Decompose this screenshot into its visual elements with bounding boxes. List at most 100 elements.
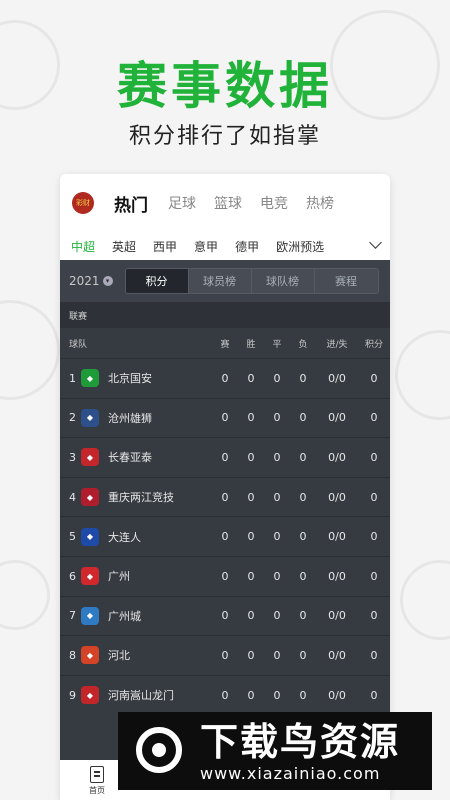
- team-cell: ◆ 长春亚泰: [79, 448, 212, 467]
- table-row[interactable]: 8 ◆ 河北 0 0 0 0 0/0 0: [60, 635, 390, 675]
- draw-cell: 0: [273, 371, 281, 385]
- category-tab-hot[interactable]: 热门: [114, 191, 148, 216]
- team-name: 河南嵩山龙门: [108, 689, 174, 703]
- lost-cell: 0: [299, 490, 307, 504]
- team-cell: ◆ 河北: [79, 646, 212, 665]
- segment-player-rank[interactable]: 球员榜: [188, 269, 252, 293]
- watermark-url: www.xiazainiao.com: [200, 763, 381, 783]
- tab-home-label: 首页: [89, 786, 105, 795]
- hero-subtitle: 积分排行了如指掌: [128, 124, 321, 149]
- points-cell: 0: [370, 688, 378, 702]
- team-cell: ◆ 北京国安: [79, 369, 212, 388]
- goals-cell: 0/0: [328, 530, 346, 544]
- table-row[interactable]: 7 ◆ 广州城 0 0 0 0 0/0 0: [60, 595, 390, 636]
- lost-cell: 0: [299, 648, 307, 662]
- team-name: 北京国安: [108, 372, 152, 386]
- table-row[interactable]: 9 ◆ 河南嵩山龙门 0 0 0 0 0/0 0: [60, 674, 390, 715]
- lost-cell: 0: [299, 450, 307, 464]
- points-cell: 0: [370, 569, 378, 583]
- category-tab-hotlist[interactable]: 热榜: [306, 193, 334, 213]
- category-tab-football[interactable]: 足球: [168, 193, 196, 213]
- draw-cell: 0: [273, 411, 281, 425]
- rank-cell: 7: [69, 609, 76, 623]
- league-bar: 中超 英超 西甲 意甲 德甲 欧洲预选: [60, 232, 390, 260]
- league-tab-csl[interactable]: 中超: [71, 238, 95, 255]
- team-badge-icon: ◆: [81, 408, 99, 427]
- table-row[interactable]: 6 ◆ 广州 0 0 0 0 0/0 0: [60, 555, 390, 596]
- draw-cell: 0: [273, 648, 281, 662]
- won-cell: 0: [247, 569, 255, 583]
- league-tab-laliga[interactable]: 西甲: [153, 238, 177, 255]
- category-tab-esports[interactable]: 电竞: [260, 193, 288, 213]
- won-cell: 0: [247, 490, 255, 504]
- app-logo: 彩财: [72, 192, 94, 214]
- team-badge-icon: ◆: [81, 488, 99, 507]
- league-tab-euro-qualifiers[interactable]: 欧洲预选: [276, 238, 324, 255]
- team-badge-icon: ◆: [81, 448, 99, 467]
- played-cell: 0: [221, 530, 229, 544]
- chevron-down-icon[interactable]: [369, 236, 382, 249]
- played-cell: 0: [221, 450, 229, 464]
- table-row[interactable]: 4 ◆ 重庆两江竞技 0 0 0 0 0/0 0: [60, 476, 390, 517]
- won-cell: 0: [247, 450, 255, 464]
- team-cell: ◆ 广州城: [79, 606, 212, 625]
- team-badge-icon: ◆: [81, 686, 99, 705]
- team-cell: ◆ 重庆两江竞技: [79, 488, 212, 507]
- season-label: 2021: [69, 274, 100, 288]
- category-tab-basketball[interactable]: 篮球: [214, 193, 242, 213]
- played-cell: 0: [221, 411, 229, 425]
- lost-cell: 0: [299, 371, 307, 385]
- season-selector[interactable]: 2021 ▾: [69, 274, 113, 288]
- segment-schedule[interactable]: 赛程: [314, 269, 378, 293]
- segment-points[interactable]: 积分: [125, 269, 189, 293]
- played-cell: 0: [221, 609, 229, 623]
- league-tab-epl[interactable]: 英超: [112, 238, 136, 255]
- app-screen: 彩财 热门 足球 篮球 电竞 热榜 中超 英超 西甲 意甲 德甲 欧洲预选 20…: [60, 174, 390, 800]
- tab-home[interactable]: 首页: [82, 766, 112, 796]
- won-cell: 0: [247, 411, 255, 425]
- team-name: 长春亚泰: [108, 451, 152, 465]
- lost-cell: 0: [299, 569, 307, 583]
- played-cell: 0: [221, 648, 229, 662]
- rank-cell: 1: [69, 371, 76, 385]
- segment-control: 积分 球员榜 球队榜 赛程: [124, 268, 379, 294]
- lost-cell: 0: [299, 609, 307, 623]
- segment-team-rank[interactable]: 球队榜: [251, 269, 315, 293]
- points-cell: 0: [370, 490, 378, 504]
- hero-title: 赛事数据: [117, 57, 333, 115]
- team-badge-icon: ◆: [81, 567, 99, 586]
- table-row[interactable]: 3 ◆ 长春亚泰 0 0 0 0 0/0 0: [60, 437, 390, 477]
- rank-cell: 2: [69, 411, 76, 425]
- standings-table: 1 ◆ 北京国安 0 0 0 0 0/0 0 2 ◆ 沧州雄狮 0 0 0 0 0/0 0 3 ◆ 长春亚泰 0 0 0 0 0/…: [60, 358, 390, 714]
- header-team: 球队: [69, 339, 88, 350]
- won-cell: 0: [247, 609, 255, 623]
- filter-row: 2021 ▾ 积分 球员榜 球队榜 赛程: [60, 260, 390, 302]
- rank-cell: 6: [69, 569, 76, 583]
- table-row[interactable]: 2 ◆ 沧州雄狮 0 0 0 0 0/0 0: [60, 397, 390, 438]
- played-cell: 0: [221, 490, 229, 504]
- won-cell: 0: [247, 648, 255, 662]
- draw-cell: 0: [273, 569, 281, 583]
- draw-cell: 0: [273, 450, 281, 464]
- watermark-banner: 下载鸟资源 www.xiazainiao.com: [118, 712, 432, 790]
- team-name: 广州: [108, 570, 130, 584]
- table-row[interactable]: 5 ◆ 大连人 0 0 0 0 0/0 0: [60, 516, 390, 556]
- dropdown-icon: ▾: [102, 276, 113, 286]
- draw-cell: 0: [273, 530, 281, 544]
- rank-cell: 3: [69, 450, 76, 464]
- header-played: 赛: [220, 339, 230, 350]
- points-cell: 0: [370, 371, 378, 385]
- header-goals: 进/失: [326, 339, 348, 350]
- rank-cell: 8: [69, 648, 76, 662]
- table-row[interactable]: 1 ◆ 北京国安 0 0 0 0 0/0 0: [60, 358, 390, 398]
- rank-cell: 4: [69, 490, 76, 504]
- watermark-title: 下载鸟资源: [200, 719, 401, 764]
- draw-cell: 0: [273, 688, 281, 702]
- goals-cell: 0/0: [328, 609, 346, 623]
- league-tab-bundesliga[interactable]: 德甲: [235, 238, 259, 255]
- goals-cell: 0/0: [328, 688, 346, 702]
- draw-cell: 0: [273, 490, 281, 504]
- league-tab-seriea[interactable]: 意甲: [194, 238, 218, 255]
- points-cell: 0: [370, 450, 378, 464]
- team-badge-icon: ◆: [81, 646, 99, 665]
